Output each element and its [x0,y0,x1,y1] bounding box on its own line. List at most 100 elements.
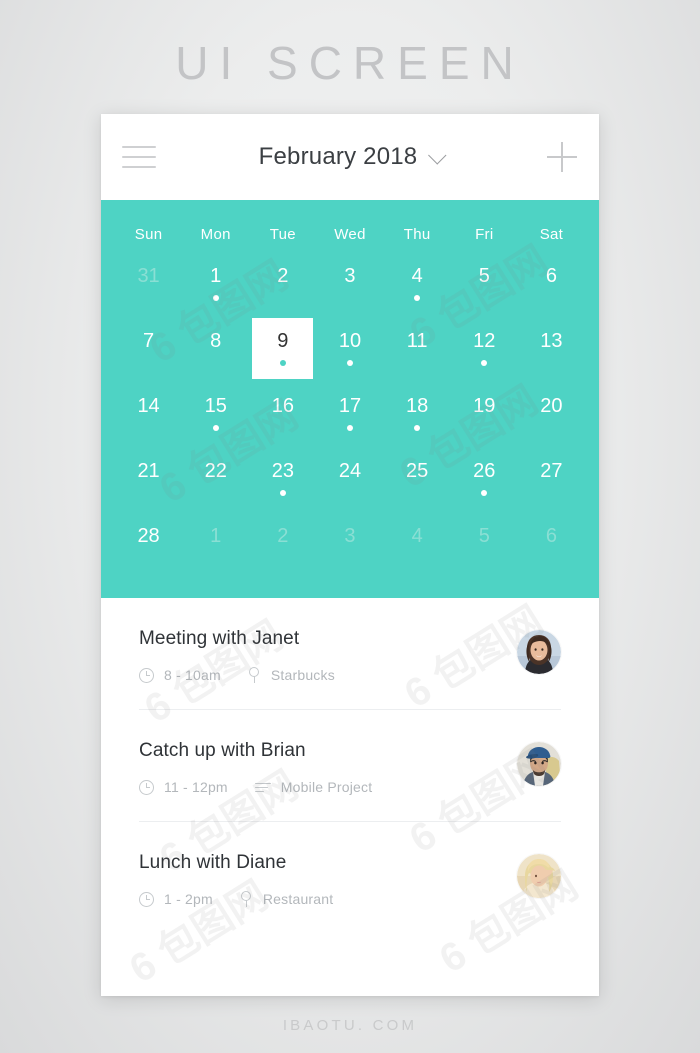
clock-icon [139,779,154,795]
calendar-week-row: 14 15 16 17 18 19 20 [115,381,585,446]
event-detail: Mobile Project [254,779,373,795]
menu-line [122,156,156,158]
calendar-day[interactable]: 7 [115,316,182,381]
calendar-day-number: 31 [137,265,160,287]
calendar-day-number: 20 [540,395,563,417]
event-item[interactable]: Lunch with Diane 1 - 2pm Restaurant [139,822,561,933]
calendar-week-row: 28 1 2 3 4 5 6 [115,511,585,576]
list-lines-icon [254,781,271,793]
clock-icon [139,891,154,907]
calendar-day[interactable]: 1 [182,251,249,316]
calendar-day-number: 25 [406,460,429,482]
calendar-week-row: 31 1 2 3 4 5 6 [115,251,585,316]
calendar-day-number: 22 [204,460,227,482]
calendar-day-number: 27 [540,460,563,482]
calendar-day[interactable]: 10 [316,316,383,381]
calendar-day[interactable]: 6 [518,251,585,316]
event-time: 1 - 2pm [139,891,213,907]
calendar-day[interactable]: 23 [249,446,316,511]
calendar-day[interactable]: 19 [451,381,518,446]
day-of-week-wed: Wed [334,226,366,243]
calendar-day[interactable]: 31 [115,251,182,316]
event-indicator-dot [481,360,488,366]
event-body: Meeting with Janet 8 - 10am Starbucks [139,628,501,683]
calendar-day-number: 11 [406,330,428,352]
day-of-week-header: Sun Mon Tue Wed Thu Fri Sat [115,200,585,251]
location-pin-icon [248,667,261,683]
calendar-day[interactable]: 17 [316,381,383,446]
calendar-day[interactable]: 15 [182,381,249,446]
calendar-day[interactable]: 5 [451,511,518,576]
calendar-day[interactable]: 2 [249,511,316,576]
calendar-day[interactable]: 5 [451,251,518,316]
calendar-day-number: 24 [338,460,362,482]
phone-card: February 2018 Sun Mon Tue Wed Thu Fri Sat 31 1 2… [101,114,599,996]
calendar-day[interactable]: 18 [384,381,451,446]
calendar-day[interactable]: 11 [384,316,451,381]
event-title: Meeting with Janet [139,628,300,649]
calendar-day[interactable]: 27 [518,446,585,511]
calendar-day[interactable]: 12 [451,316,518,381]
event-meta: 11 - 12pm Mobile Project [139,779,501,795]
calendar-day[interactable]: 14 [115,381,182,446]
calendar-day[interactable]: 4 [384,251,451,316]
calendar-day[interactable]: 24 [316,446,383,511]
day-of-week-sat: Sat [539,226,564,243]
calendar: Sun Mon Tue Wed Thu Fri Sat 31 1 2 3 4 5 6 7 8 9 10 11 12 1… [101,200,599,598]
calendar-day[interactable]: 4 [384,511,451,576]
calendar-day-number: 3 [344,525,356,547]
event-item[interactable]: Catch up with Brian 11 - 12pm Mobile Proje… [139,710,561,822]
calendar-day[interactable]: 26 [451,446,518,511]
page-title: UI SCREEN [175,37,525,89]
event-meta: 1 - 2pm Restaurant [139,891,501,907]
calendar-day-number: 13 [540,330,563,352]
event-indicator-dot [414,425,421,431]
month-selector[interactable]: February 2018 [259,143,447,171]
calendar-day[interactable]: 25 [384,446,451,511]
calendar-day[interactable]: 6 [518,511,585,576]
calendar-day[interactable]: 2 [249,251,316,316]
calendar-day[interactable]: 21 [115,446,182,511]
event-indicator-dot [279,490,286,496]
clock-icon [139,667,154,683]
event-body: Catch up with Brian 11 - 12pm Mobile Proje… [139,740,501,795]
event-title: Catch up with Brian [139,740,306,761]
event-indicator-dot [212,425,219,431]
event-detail: Restaurant [240,891,333,907]
location-pin-icon [240,891,253,907]
calendar-day-number: 19 [473,395,496,417]
plus-icon[interactable] [547,142,577,172]
calendar-day[interactable]: 3 [316,251,383,316]
calendar-week-row: 21 22 23 24 25 26 27 [115,446,585,511]
calendar-day-number: 15 [204,395,227,417]
hamburger-menu-icon[interactable] [122,146,156,168]
avatar-janet[interactable] [517,630,561,674]
calendar-day-number: 3 [344,265,356,287]
calendar-day[interactable]: 13 [518,316,585,381]
calendar-day-number: 16 [271,395,294,417]
menu-line [122,146,156,148]
avatar-brian[interactable] [517,742,561,786]
calendar-day-number: 28 [137,525,160,547]
calendar-day-number: 14 [137,395,160,417]
calendar-day-number: 18 [406,395,429,417]
calendar-day[interactable]: 22 [182,446,249,511]
menu-line [122,166,156,168]
calendar-day[interactable]: 3 [316,511,383,576]
event-time: 11 - 12pm [139,779,228,795]
calendar-day[interactable]: 20 [518,381,585,446]
avatar-diane[interactable] [517,854,561,898]
calendar-day-number: 2 [277,265,289,287]
event-item[interactable]: Meeting with Janet 8 - 10am Starbucks [139,598,561,710]
calendar-day-selected[interactable]: 9 [252,318,314,379]
calendar-day-number: 6 [545,265,557,287]
day-of-week-mon: Mon [200,226,231,243]
calendar-day[interactable]: 16 [249,381,316,446]
calendar-day-number: 6 [545,525,557,547]
event-time-text: 1 - 2pm [164,891,213,907]
calendar-day[interactable]: 8 [182,316,249,381]
calendar-day-number: 23 [271,460,294,482]
calendar-day[interactable]: 1 [182,511,249,576]
calendar-day[interactable]: 28 [115,511,182,576]
footer-watermark: IBAOTU. COM [282,1017,418,1034]
